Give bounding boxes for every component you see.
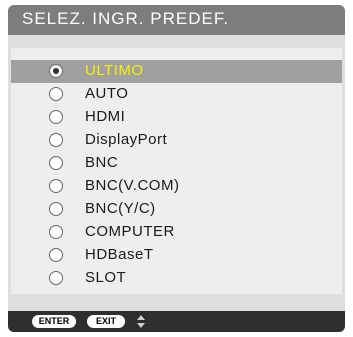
option-label: DisplayPort	[85, 131, 168, 148]
radio-empty-icon[interactable]	[49, 110, 63, 124]
option-slot[interactable]: SLOT	[11, 267, 342, 290]
up-down-arrow-icon	[137, 315, 145, 328]
option-bnc-vcom[interactable]: BNC(V.COM)	[11, 175, 342, 198]
radio-empty-icon[interactable]	[49, 156, 63, 170]
option-computer[interactable]: COMPUTER	[11, 221, 342, 244]
option-label: BNC(Y/C)	[85, 200, 156, 217]
option-auto[interactable]: AUTO	[11, 83, 342, 106]
radio-empty-icon[interactable]	[49, 202, 63, 216]
option-label: ULTIMO	[85, 62, 144, 79]
option-label: SLOT	[85, 269, 127, 286]
title-bar: SELEZ. INGR. PREDEF.	[8, 5, 345, 35]
enter-key[interactable]: ENTER	[32, 315, 76, 328]
radio-empty-icon[interactable]	[49, 271, 63, 285]
option-label: COMPUTER	[85, 223, 175, 240]
radio-selected-icon[interactable]	[49, 64, 63, 78]
radio-empty-icon[interactable]	[49, 248, 63, 262]
default-input-select-dialog: SELEZ. INGR. PREDEF. ULTIMO AUTO HDMI Di…	[8, 5, 345, 332]
option-bnc[interactable]: BNC	[11, 152, 342, 175]
input-options-list: ULTIMO AUTO HDMI DisplayPort BNC BNC(V.C…	[11, 60, 342, 290]
option-label: BNC	[85, 154, 119, 171]
option-label: HDMI	[85, 108, 126, 125]
option-label: HDBaseT	[85, 246, 154, 263]
option-label: BNC(V.COM)	[85, 177, 180, 194]
exit-key[interactable]: EXIT	[87, 315, 125, 328]
options-panel: ULTIMO AUTO HDMI DisplayPort BNC BNC(V.C…	[11, 48, 342, 294]
option-hdbaset[interactable]: HDBaseT	[11, 244, 342, 267]
option-hdmi[interactable]: HDMI	[11, 106, 342, 129]
radio-empty-icon[interactable]	[49, 179, 63, 193]
radio-empty-icon[interactable]	[49, 133, 63, 147]
radio-empty-icon[interactable]	[49, 87, 63, 101]
option-label: AUTO	[85, 85, 129, 102]
option-displayport[interactable]: DisplayPort	[11, 129, 342, 152]
radio-empty-icon[interactable]	[49, 225, 63, 239]
option-ultimo[interactable]: ULTIMO	[11, 60, 342, 83]
dialog-title: SELEZ. INGR. PREDEF.	[22, 9, 230, 28]
footer-key-guide: ENTER EXIT	[8, 311, 345, 332]
option-bnc-yc[interactable]: BNC(Y/C)	[11, 198, 342, 221]
